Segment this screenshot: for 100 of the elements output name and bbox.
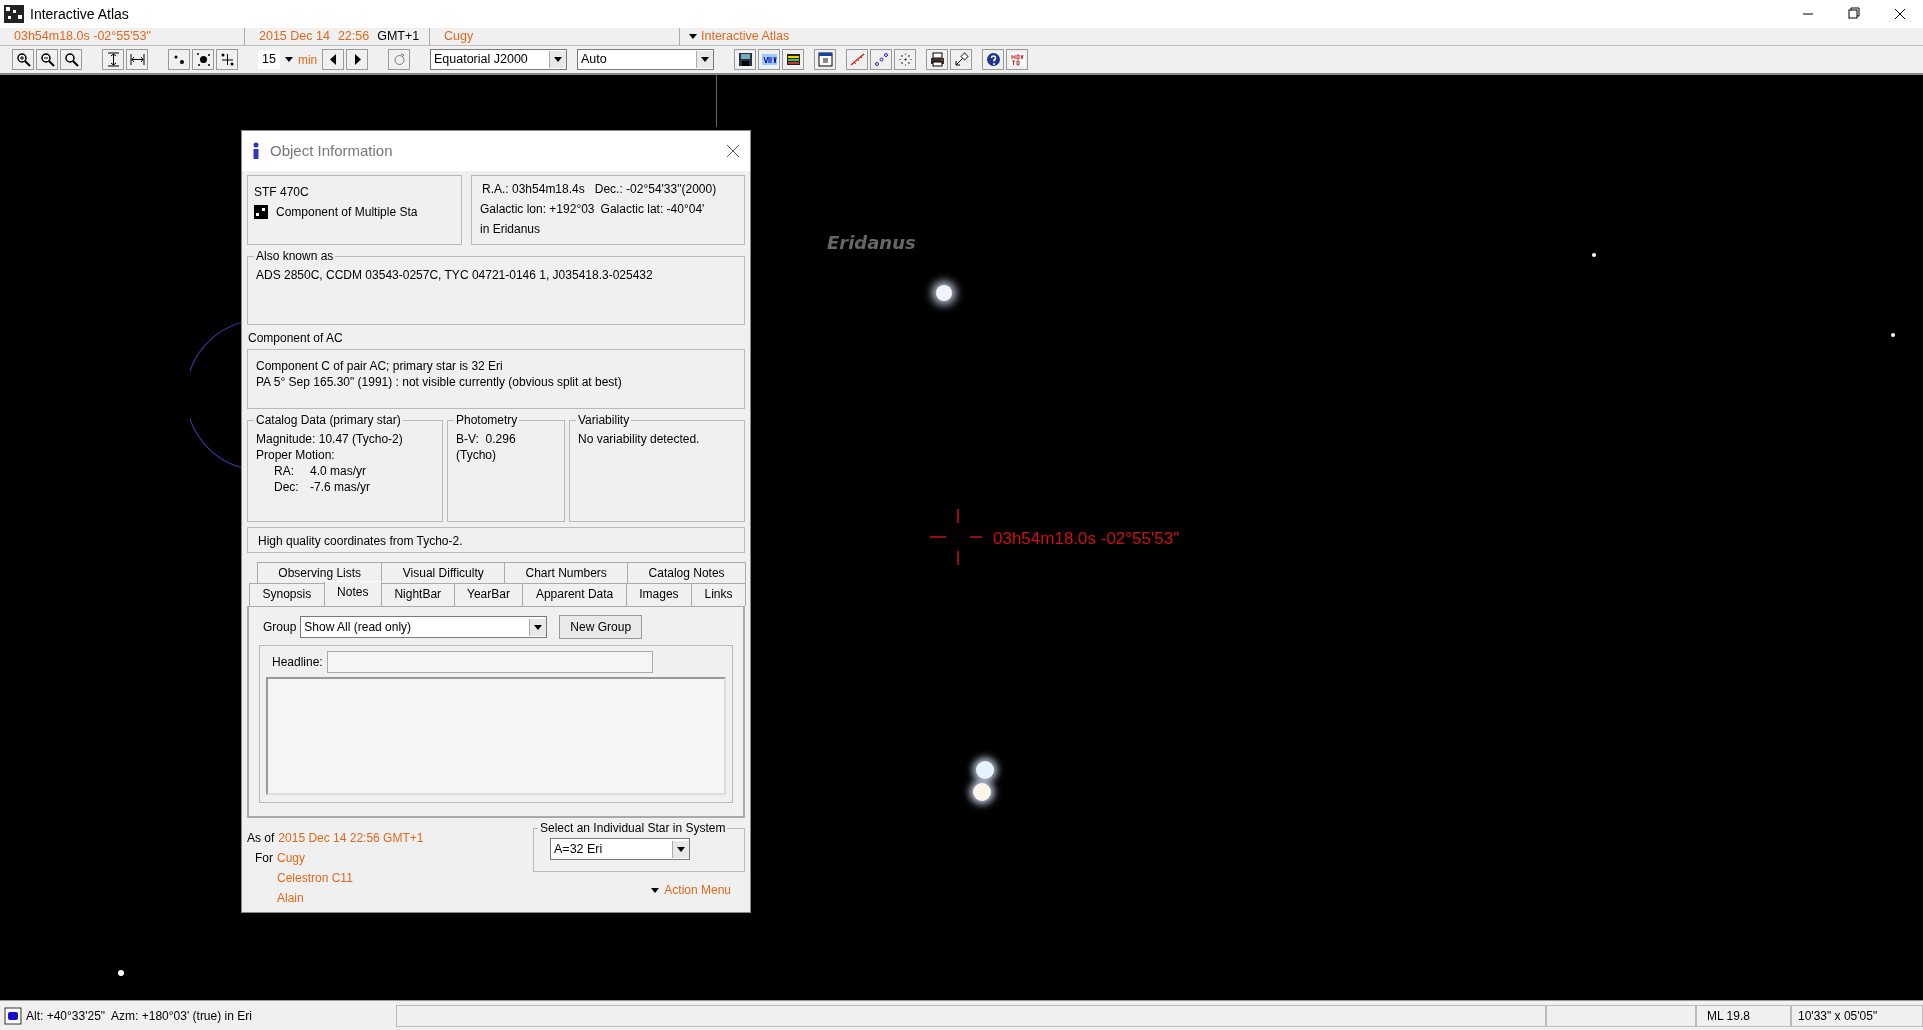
selected-value: Auto bbox=[581, 51, 607, 69]
field-size: 10'33" x 05'05" bbox=[1798, 1007, 1878, 1025]
coordinate-system-select[interactable]: Equatorial J2000 bbox=[430, 49, 567, 70]
caret-icon[interactable] bbox=[283, 56, 294, 63]
component-text: PA 5° Sep 165.30" (1991) : not visible currently (obvious split at best) bbox=[256, 374, 623, 390]
star-select[interactable]: A=32 Eri bbox=[550, 838, 690, 860]
zoom-in-button[interactable] bbox=[12, 49, 34, 70]
group-legend: Select an Individual Star in System bbox=[538, 821, 728, 835]
save-icon bbox=[737, 52, 753, 67]
status-icon bbox=[4, 1006, 22, 1025]
tab[interactable]: Catalog Notes bbox=[627, 562, 746, 583]
group-legend: Also known as bbox=[254, 249, 336, 263]
star-dot bbox=[976, 761, 994, 779]
cursor-label: 03h54m18.0s -02°55'53" bbox=[993, 528, 1180, 550]
tab[interactable]: Observing Lists bbox=[257, 562, 383, 583]
quality-note: High quality coordinates from Tycho-2. bbox=[247, 527, 745, 553]
star-dot bbox=[936, 285, 952, 301]
crosshair-icon bbox=[930, 509, 982, 565]
motion-value: 4.0 mas/yr bbox=[310, 463, 366, 479]
star-dot bbox=[118, 970, 124, 976]
list-button[interactable] bbox=[782, 49, 804, 70]
dec-text: Dec.: -02°54'33"(2000) bbox=[594, 181, 717, 198]
info-icon bbox=[252, 142, 260, 160]
for-label: For bbox=[254, 850, 273, 867]
star-field-button[interactable] bbox=[192, 49, 214, 70]
tab[interactable]: Links bbox=[691, 583, 746, 606]
cluster-icon bbox=[897, 52, 913, 67]
next-button[interactable] bbox=[346, 49, 368, 70]
previous-button[interactable] bbox=[322, 49, 344, 70]
headline-label: Headline: bbox=[272, 654, 323, 671]
galactic-lat-text: Galactic lat: -40°04' bbox=[600, 201, 705, 218]
printer-button[interactable] bbox=[926, 49, 948, 70]
caret-icon[interactable] bbox=[700, 56, 710, 63]
pointer-icon bbox=[953, 52, 969, 67]
limiting-magnitude: ML 19.8 bbox=[1707, 1007, 1750, 1025]
magnitude-text: Magnitude: 10.47 (Tycho-2) bbox=[256, 431, 404, 447]
cluster-button[interactable] bbox=[894, 49, 916, 70]
coordinates-readout: 03h54m18.0s -02°55'53" bbox=[14, 28, 151, 46]
tab[interactable]: Synopsis bbox=[249, 583, 325, 606]
view-icon bbox=[761, 52, 777, 67]
window-title: Interactive Atlas bbox=[30, 4, 129, 24]
pointer-button[interactable] bbox=[950, 49, 972, 70]
tab[interactable]: Visual Difficulty bbox=[381, 562, 506, 583]
motion-label: Dec: bbox=[274, 479, 300, 495]
star-field-icon bbox=[195, 52, 211, 67]
notes-text-area[interactable] bbox=[266, 677, 726, 795]
view-button[interactable] bbox=[758, 49, 780, 70]
photometry-text: B-V: 0.296 bbox=[456, 431, 517, 447]
constellation-text: in Eridanus bbox=[480, 221, 542, 238]
selected-value: A=32 Eri bbox=[554, 841, 603, 858]
date-text: 2015 Dec 14 bbox=[259, 28, 330, 46]
caret-icon[interactable] bbox=[553, 56, 563, 63]
spread-button[interactable] bbox=[216, 49, 238, 70]
motion-value: -7.6 mas/yr bbox=[310, 479, 370, 495]
new-group-button[interactable]: New Group bbox=[559, 615, 643, 639]
zoom-out-icon bbox=[39, 52, 55, 67]
fit-horizontal-button[interactable] bbox=[126, 49, 148, 70]
proper-motion-label: Proper Motion: bbox=[256, 447, 336, 463]
save-button[interactable] bbox=[734, 49, 756, 70]
zoom-button[interactable] bbox=[60, 49, 82, 70]
fit-vertical-icon bbox=[105, 52, 121, 67]
section-label: Component of AC bbox=[248, 330, 344, 347]
headline-field[interactable] bbox=[326, 651, 653, 673]
aliases-text: ADS 2850C, CCDM 03543-0257C, TYC 04721-0146 1, J035418.3-025432 bbox=[256, 267, 654, 284]
guide-button[interactable] bbox=[1006, 49, 1028, 70]
fit-vertical-button[interactable] bbox=[102, 49, 124, 70]
zoom-in-icon bbox=[15, 52, 31, 67]
printer-icon bbox=[929, 52, 945, 67]
dialog-title: Object Information bbox=[270, 140, 393, 161]
app-icon bbox=[4, 5, 24, 23]
motion-label: RA: bbox=[274, 463, 295, 479]
caret-icon[interactable] bbox=[676, 845, 686, 853]
star-type-icon bbox=[254, 205, 268, 219]
step-unit: min bbox=[297, 51, 318, 69]
fit-horizontal-icon bbox=[129, 52, 145, 67]
help-button[interactable] bbox=[982, 49, 1004, 70]
selected-value: Show All (read only) bbox=[304, 619, 412, 636]
close-icon[interactable] bbox=[726, 144, 740, 158]
caret-icon[interactable] bbox=[533, 623, 544, 631]
display-mode-select[interactable]: Auto bbox=[577, 49, 714, 70]
time-text: 22:56 bbox=[337, 28, 370, 46]
ruler-button[interactable] bbox=[846, 49, 868, 70]
window-icon bbox=[817, 52, 833, 67]
as-of-label: As of bbox=[247, 830, 275, 847]
caret-icon[interactable] bbox=[688, 33, 698, 40]
dots-icon bbox=[873, 52, 889, 67]
zoom-out-button[interactable] bbox=[36, 49, 58, 70]
list-icon bbox=[785, 52, 801, 67]
group-legend: Catalog Data (primary star) bbox=[254, 413, 403, 427]
star-dot bbox=[1891, 333, 1895, 337]
dots-button[interactable] bbox=[870, 49, 892, 70]
window-button[interactable] bbox=[814, 49, 836, 70]
step-field[interactable]: 15 bbox=[258, 50, 280, 69]
tab[interactable]: NightBar bbox=[380, 583, 455, 606]
group-select[interactable]: Show All (read only) bbox=[300, 616, 548, 638]
constellation-label: Eridanus bbox=[827, 231, 916, 255]
stars-button[interactable] bbox=[168, 49, 190, 70]
star-dot bbox=[973, 783, 991, 801]
object-name: STF 470C bbox=[254, 184, 310, 201]
caret-icon[interactable] bbox=[650, 886, 661, 894]
